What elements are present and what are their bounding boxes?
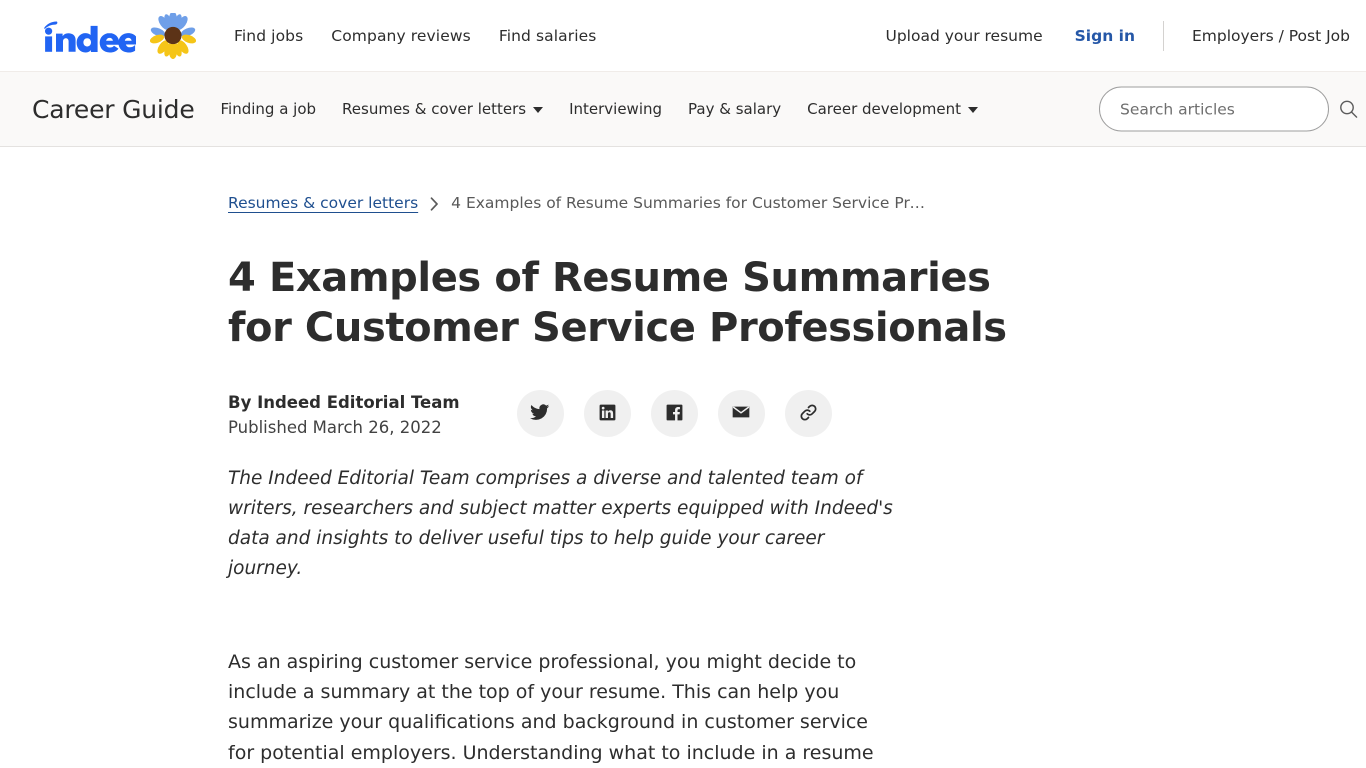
career-guide-title[interactable]: Career Guide [32, 95, 195, 124]
chevron-down-icon [533, 107, 544, 113]
sign-in-link[interactable]: Sign in [1075, 27, 1135, 45]
breadcrumb-parent-link[interactable]: Resumes & cover letters [228, 194, 418, 212]
page-title: 4 Examples of Resume Summaries for Custo… [228, 255, 1007, 351]
nav-find-jobs[interactable]: Find jobs [234, 27, 303, 45]
career-guide-nav: Finding a job Resumes & cover letters In… [221, 100, 978, 118]
breadcrumb-current: 4 Examples of Resume Summaries for Custo… [451, 194, 928, 212]
sunflower-icon [146, 12, 196, 59]
share-linkedin-button[interactable] [583, 390, 631, 437]
search-input[interactable] [1099, 86, 1329, 132]
top-navigation-bar: Find jobs Company reviews Find salaries … [0, 0, 1366, 72]
share-email-button[interactable] [717, 390, 765, 437]
top-nav-right-group: Upload your resume Sign in Employers / P… [886, 20, 1350, 51]
cg-nav-label: Resumes & cover letters [342, 100, 527, 118]
byline-row: By Indeed Editorial Team Published March… [228, 389, 1366, 440]
article-container: Resumes & cover letters 4 Examples of Re… [0, 147, 1366, 768]
cg-nav-interviewing[interactable]: Interviewing [569, 100, 662, 118]
cg-nav-label: Interviewing [569, 100, 663, 118]
career-guide-bar: Career Guide Finding a job Resumes & cov… [0, 72, 1366, 147]
breadcrumb: Resumes & cover letters 4 Examples of Re… [228, 194, 928, 212]
share-buttons-row [516, 390, 832, 437]
link-icon [798, 402, 819, 426]
cg-nav-career-development[interactable]: Career development [807, 100, 978, 118]
chevron-right-icon [430, 197, 439, 211]
twitter-icon [530, 402, 550, 425]
search-icon[interactable] [1339, 100, 1358, 119]
share-copy-link-button[interactable] [784, 390, 832, 437]
cg-nav-pay-salary[interactable]: Pay & salary [688, 100, 781, 118]
email-icon [731, 402, 751, 425]
upload-resume-link[interactable]: Upload your resume [886, 27, 1043, 45]
cg-nav-label: Finding a job [220, 100, 317, 118]
nav-company-reviews[interactable]: Company reviews [331, 27, 471, 45]
cg-nav-finding-a-job[interactable]: Finding a job [221, 100, 317, 118]
top-nav-links: Find jobs Company reviews Find salaries [234, 27, 596, 45]
employers-post-job-link[interactable]: Employers / Post Job [1192, 27, 1350, 45]
article-author: By Indeed Editorial Team [228, 393, 460, 412]
indeed-logo-icon [28, 19, 136, 53]
cg-nav-label: Pay & salary [688, 100, 782, 118]
cg-nav-resumes-cover-letters[interactable]: Resumes & cover letters [342, 100, 544, 118]
indeed-logo-link[interactable] [28, 12, 196, 59]
facebook-icon [665, 403, 684, 425]
search-articles-group [1099, 86, 1358, 132]
article-published-date: Published March 26, 2022 [228, 418, 442, 437]
share-facebook-button[interactable] [650, 390, 698, 437]
editorial-team-note: The Indeed Editorial Team comprises a di… [228, 468, 893, 579]
chevron-down-icon [967, 107, 978, 113]
cg-nav-label: Career development [807, 100, 961, 118]
nav-find-salaries[interactable]: Find salaries [499, 27, 597, 45]
nav-divider [1162, 20, 1164, 51]
share-twitter-button[interactable] [516, 390, 564, 437]
article-body-paragraph: As an aspiring customer service professi… [228, 651, 874, 764]
linkedin-icon [598, 403, 617, 425]
byline-text: By Indeed Editorial Team Published March… [228, 389, 460, 440]
